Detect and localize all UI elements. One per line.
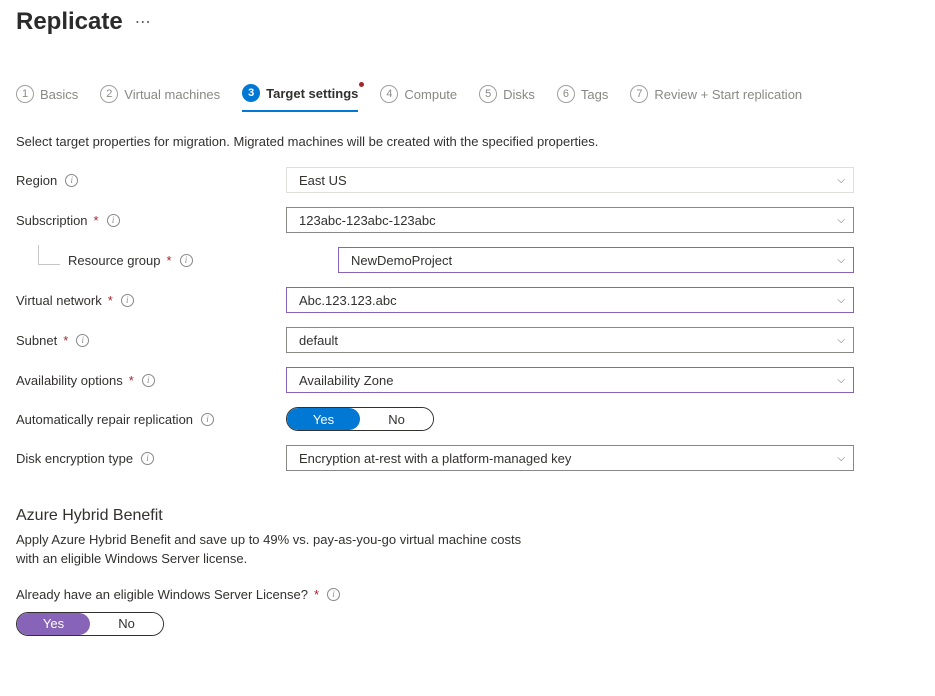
availability-select[interactable]: Availability Zone ⌵: [286, 367, 854, 393]
step-number: 2: [100, 85, 118, 103]
auto-repair-yes[interactable]: Yes: [287, 408, 360, 430]
vnet-value: Abc.123.123.abc: [299, 293, 397, 308]
vnet-select[interactable]: Abc.123.123.abc ⌵: [286, 287, 854, 313]
tab-compute[interactable]: 4 Compute: [380, 84, 457, 112]
disk-encryption-select[interactable]: Encryption at-rest with a platform-manag…: [286, 445, 854, 471]
required-indicator: *: [167, 253, 172, 268]
vnet-label: Virtual network: [16, 293, 102, 308]
step-number: 5: [479, 85, 497, 103]
resource-group-label: Resource group: [68, 253, 161, 268]
tab-label: Basics: [40, 87, 78, 102]
auto-repair-label: Automatically repair replication: [16, 412, 193, 427]
auto-repair-toggle: Yes No: [286, 407, 434, 431]
info-icon[interactable]: i: [201, 413, 214, 426]
license-question: Already have an eligible Windows Server …: [16, 587, 308, 602]
info-icon[interactable]: i: [180, 254, 193, 267]
info-icon[interactable]: i: [141, 452, 154, 465]
step-number: 4: [380, 85, 398, 103]
chevron-down-icon: ⌵: [837, 453, 845, 464]
tab-label: Disks: [503, 87, 535, 102]
subscription-label: Subscription: [16, 213, 88, 228]
info-icon[interactable]: i: [65, 174, 78, 187]
info-icon[interactable]: i: [327, 588, 340, 601]
page-description: Select target properties for migration. …: [16, 134, 919, 149]
step-number: 6: [557, 85, 575, 103]
region-value: East US: [299, 173, 347, 188]
subscription-value: 123abc-123abc-123abc: [299, 213, 436, 228]
chevron-down-icon: ⌵: [837, 175, 845, 186]
required-indicator: *: [63, 333, 68, 348]
indent-connector: [38, 245, 60, 265]
availability-value: Availability Zone: [299, 373, 393, 388]
tab-tags[interactable]: 6 Tags: [557, 84, 608, 112]
tab-label: Virtual machines: [124, 87, 220, 102]
step-number: 3: [242, 84, 260, 102]
tab-virtual-machines[interactable]: 2 Virtual machines: [100, 84, 220, 112]
hybrid-benefit-title: Azure Hybrid Benefit: [16, 507, 919, 525]
license-yes[interactable]: Yes: [17, 613, 90, 635]
more-icon[interactable]: ⋯: [135, 12, 152, 32]
tab-review-start[interactable]: 7 Review + Start replication: [630, 84, 802, 112]
tab-target-settings[interactable]: 3 Target settings: [242, 84, 358, 112]
required-indicator: *: [314, 587, 319, 602]
page-title: Replicate: [16, 8, 123, 36]
disk-encryption-label: Disk encryption type: [16, 451, 133, 466]
tab-label: Target settings: [266, 86, 358, 101]
info-icon[interactable]: i: [107, 214, 120, 227]
region-label: Region: [16, 173, 57, 188]
required-indicator: *: [94, 213, 99, 228]
wizard-tabs: 1 Basics 2 Virtual machines 3 Target set…: [16, 84, 919, 112]
validation-dot-icon: [359, 82, 364, 87]
subnet-label: Subnet: [16, 333, 57, 348]
region-select: East US ⌵: [286, 167, 854, 193]
info-icon[interactable]: i: [142, 374, 155, 387]
chevron-down-icon: ⌵: [837, 255, 845, 266]
availability-label: Availability options: [16, 373, 123, 388]
info-icon[interactable]: i: [121, 294, 134, 307]
disk-encryption-value: Encryption at-rest with a platform-manag…: [299, 451, 571, 466]
step-number: 7: [630, 85, 648, 103]
resource-group-select[interactable]: NewDemoProject ⌵: [338, 247, 854, 273]
chevron-down-icon: ⌵: [837, 375, 845, 386]
tab-label: Compute: [404, 87, 457, 102]
chevron-down-icon: ⌵: [837, 335, 845, 346]
chevron-down-icon: ⌵: [837, 295, 845, 306]
subnet-select[interactable]: default ⌵: [286, 327, 854, 353]
required-indicator: *: [129, 373, 134, 388]
tab-basics[interactable]: 1 Basics: [16, 84, 78, 112]
step-number: 1: [16, 85, 34, 103]
subnet-value: default: [299, 333, 338, 348]
chevron-down-icon: ⌵: [837, 215, 845, 226]
resource-group-value: NewDemoProject: [351, 253, 452, 268]
license-toggle: Yes No: [16, 612, 164, 636]
hybrid-benefit-desc: Apply Azure Hybrid Benefit and save up t…: [16, 531, 919, 569]
license-no[interactable]: No: [90, 613, 163, 635]
tab-label: Review + Start replication: [654, 87, 802, 102]
info-icon[interactable]: i: [76, 334, 89, 347]
required-indicator: *: [108, 293, 113, 308]
auto-repair-no[interactable]: No: [360, 408, 433, 430]
tab-label: Tags: [581, 87, 608, 102]
tab-disks[interactable]: 5 Disks: [479, 84, 535, 112]
subscription-select[interactable]: 123abc-123abc-123abc ⌵: [286, 207, 854, 233]
